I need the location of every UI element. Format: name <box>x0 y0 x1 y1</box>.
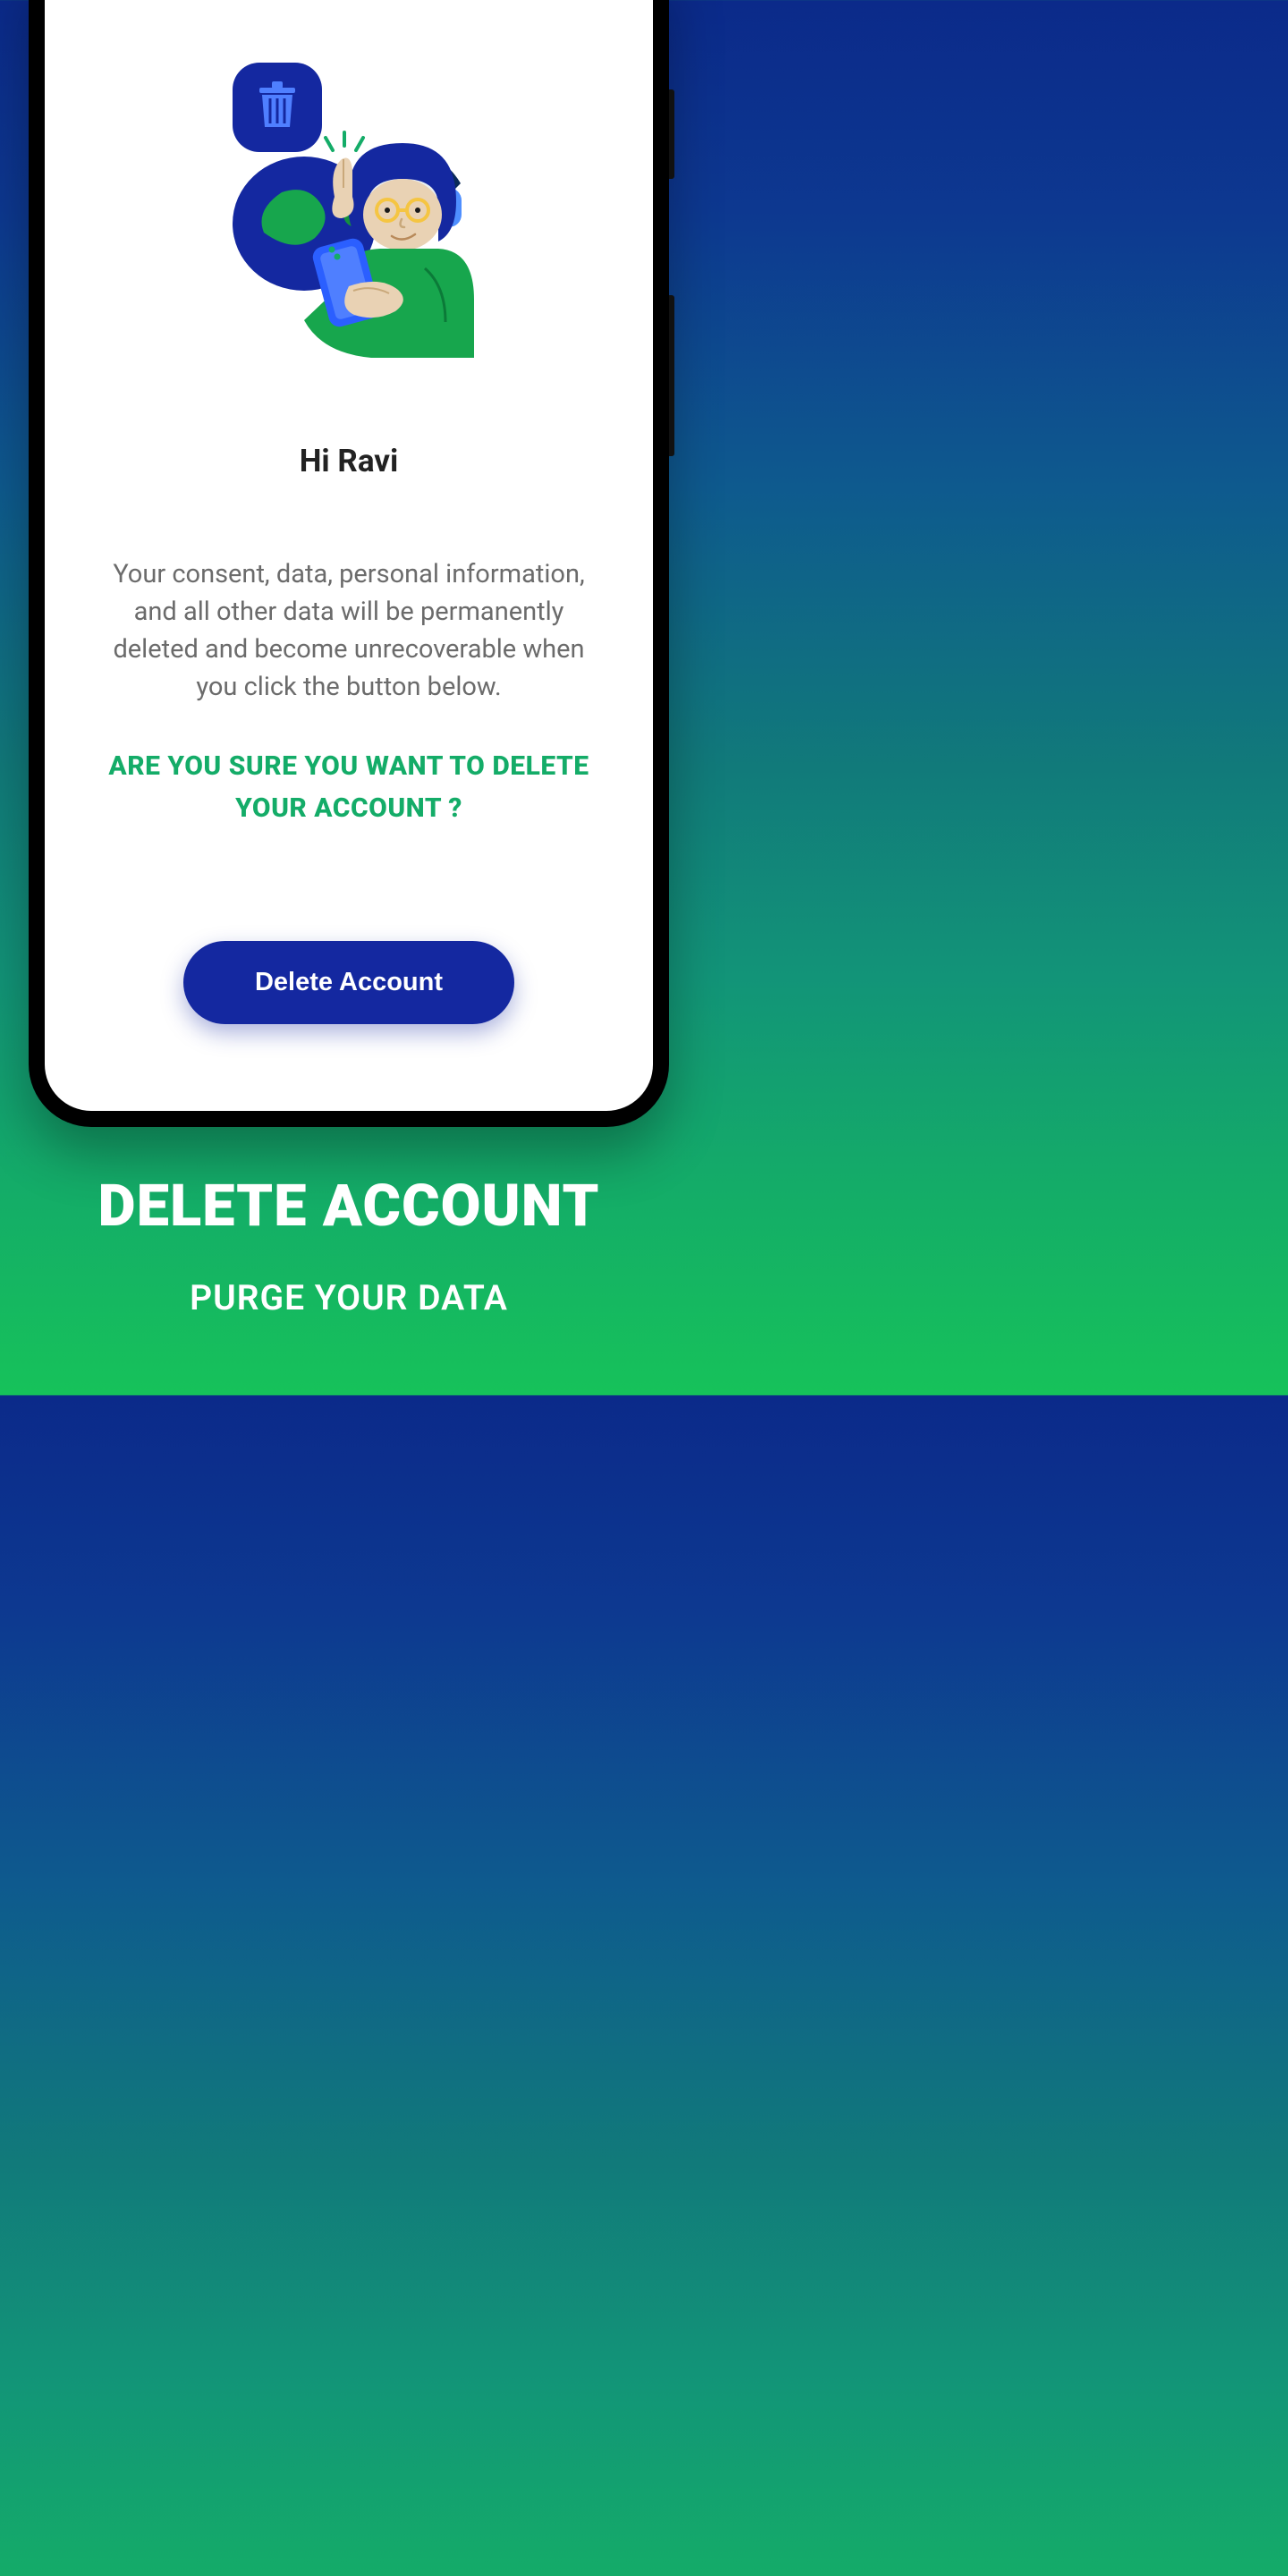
promo-subtitle: PURGE YOUR DATA <box>0 1277 698 1318</box>
delete-account-illustration <box>215 54 483 358</box>
phone-side-button <box>669 89 674 179</box>
phone-screen: Hi Ravi Your consent, data, personal inf… <box>45 0 653 1111</box>
delete-account-button[interactable]: Delete Account <box>183 941 514 1024</box>
phone-side-button <box>669 295 674 456</box>
promo-footer: DELETE ACCOUNT PURGE YOUR DATA <box>0 1172 698 1318</box>
confirm-question-text: ARE YOU SURE YOU WANT TO DELETE YOUR ACC… <box>98 746 599 829</box>
greeting-heading: Hi Ravi <box>300 443 399 479</box>
warning-body-text: Your consent, data, personal information… <box>98 555 599 706</box>
phone-device-frame: Hi Ravi Your consent, data, personal inf… <box>29 0 669 1127</box>
promo-title: DELETE ACCOUNT <box>0 1172 698 1240</box>
